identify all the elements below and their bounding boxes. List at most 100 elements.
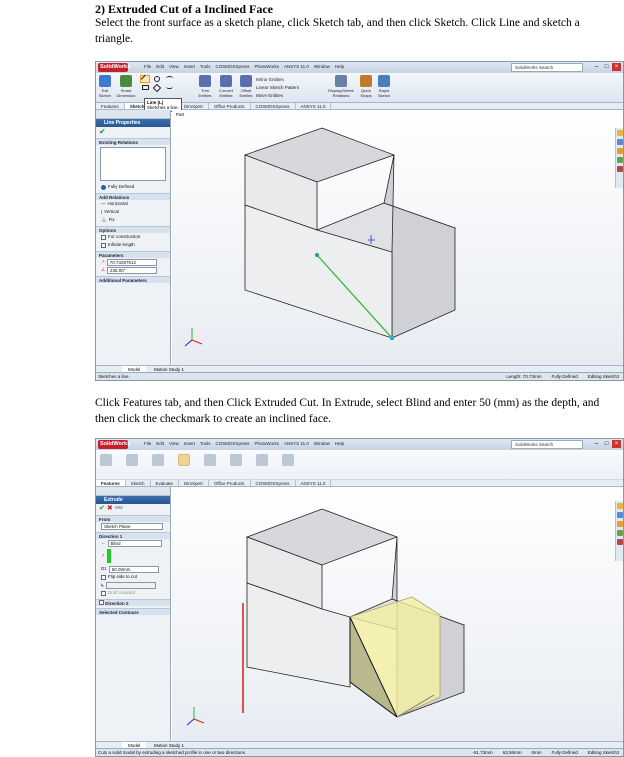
extrude-icon[interactable]	[100, 454, 112, 466]
design-library-icon[interactable]	[617, 139, 623, 145]
cancel-icon[interactable]: ✖	[107, 505, 113, 512]
minimize-icon[interactable]: –	[592, 440, 601, 448]
menu-edit[interactable]: Edit	[156, 441, 164, 446]
menu-help[interactable]: Help	[335, 64, 344, 69]
add-relations-header[interactable]: Add Relations	[96, 193, 170, 200]
rib-icon[interactable]	[256, 454, 268, 466]
infinite-length-option[interactable]: Infinite length	[96, 241, 170, 249]
menu-cosmosxpress[interactable]: COSMOSXpress	[216, 441, 250, 446]
tab-office-products[interactable]: Office Products	[209, 480, 251, 486]
tab-evaluate[interactable]: Evaluate	[151, 480, 180, 486]
graphics-area[interactable]: Part	[172, 110, 623, 365]
menu-tools[interactable]: Tools	[200, 64, 211, 69]
existing-relations-list[interactable]	[100, 147, 166, 181]
shell-icon[interactable]	[282, 454, 294, 466]
checkbox[interactable]	[101, 574, 106, 580]
convert-entities-button[interactable]: Convert Entities	[216, 75, 236, 98]
preview-icon[interactable]: 👓	[115, 505, 124, 512]
menu-file[interactable]: File	[144, 441, 151, 446]
tab-features[interactable]: Features	[96, 103, 125, 109]
mirror-entities-button[interactable]: Mirror Entities	[256, 76, 299, 84]
relation-fix[interactable]: ⚓ Fix	[96, 216, 170, 224]
end-condition-select[interactable]: Blind	[107, 539, 162, 547]
draft-icon[interactable]: ◣	[101, 581, 104, 589]
close-icon[interactable]: ×	[612, 63, 621, 71]
checkbox[interactable]	[101, 590, 106, 596]
flip-side-option[interactable]: Flip side to cut	[96, 573, 170, 581]
view-palette-icon[interactable]	[617, 166, 623, 172]
tab-sketch[interactable]: Sketch	[126, 480, 151, 486]
tab-office-products[interactable]: Office Products	[209, 103, 251, 109]
maximize-icon[interactable]: □	[602, 440, 611, 448]
menu-view[interactable]: View	[169, 64, 179, 69]
rectangle-tool-icon[interactable]	[142, 85, 149, 90]
search-results-icon[interactable]	[617, 530, 623, 536]
arc-tool-icon[interactable]	[166, 76, 173, 81]
additional-params-header[interactable]: Additional Parameters	[96, 276, 170, 283]
draft-field[interactable]	[106, 581, 157, 589]
menu-window[interactable]: Window	[314, 64, 330, 69]
existing-relations-header[interactable]: Existing Relations	[96, 138, 170, 145]
spline-tool-icon[interactable]	[166, 85, 173, 89]
pattern-icon[interactable]	[230, 454, 242, 466]
maximize-icon[interactable]: □	[602, 63, 611, 71]
smart-dimension-button[interactable]: Smart Dimension	[116, 75, 136, 98]
draft-outward-option[interactable]: Draft outward	[96, 589, 170, 597]
depth-field[interactable]: 50.00mm	[108, 565, 159, 573]
tab-cosmosxpress[interactable]: COSMOSXpress	[251, 103, 296, 109]
file-explorer-icon[interactable]	[617, 521, 623, 527]
tab-ansys[interactable]: ANSYS 11.0	[296, 480, 332, 486]
revolve-icon[interactable]	[126, 454, 138, 466]
rapid-sketch-button[interactable]: Rapid Sketch	[376, 75, 392, 98]
menu-insert[interactable]: Insert	[184, 64, 195, 69]
tab-features[interactable]: Features	[96, 480, 126, 486]
from-header[interactable]: From	[96, 515, 170, 522]
close-icon[interactable]: ×	[612, 440, 621, 448]
file-explorer-icon[interactable]	[617, 148, 623, 154]
menu-insert[interactable]: Insert	[184, 441, 195, 446]
quick-snaps-button[interactable]: Quick Snaps	[358, 75, 374, 98]
direction1-header[interactable]: Direction 1	[96, 532, 170, 539]
selected-contours-header[interactable]: Selected Contours	[96, 608, 170, 615]
polygon-tool-icon[interactable]	[152, 83, 162, 93]
tab-dimxpert[interactable]: DimXpert	[179, 480, 209, 486]
circle-tool-icon[interactable]	[154, 76, 160, 82]
sweep-icon[interactable]	[152, 454, 164, 466]
ok-icon[interactable]: ✔	[96, 127, 170, 136]
checkbox[interactable]	[101, 242, 106, 248]
menu-ansys[interactable]: ANSYS 11.0	[284, 441, 309, 446]
parameters-header[interactable]: Parameters	[96, 251, 170, 258]
construction-option[interactable]: For construction	[96, 233, 170, 241]
relation-horizontal[interactable]: — Horizontal	[96, 200, 170, 208]
menu-photoworks[interactable]: PhotoWorks	[255, 64, 279, 69]
move-entities-button[interactable]: Move Entities	[256, 92, 299, 100]
reverse-direction-icon[interactable]: ↔	[101, 539, 106, 547]
tab-dimxpert[interactable]: DimXpert	[179, 103, 209, 109]
tab-cosmosxpress[interactable]: COSMOSXpress	[251, 480, 296, 486]
ok-icon[interactable]: ✔	[99, 505, 105, 512]
from-select[interactable]: Sketch Plane	[101, 522, 163, 530]
menu-edit[interactable]: Edit	[156, 64, 164, 69]
search-results-icon[interactable]	[617, 157, 623, 163]
search-input[interactable]: SolidWorks Search	[511, 63, 583, 72]
linear-pattern-button[interactable]: Linear Sketch Pattern	[256, 84, 299, 92]
menu-tools[interactable]: Tools	[200, 441, 211, 446]
angle-field[interactable]: 235.00°	[107, 266, 158, 274]
checkbox[interactable]	[101, 234, 106, 240]
direction2-checkbox[interactable]	[99, 600, 104, 605]
fillet-icon[interactable]	[204, 454, 216, 466]
tab-ansys[interactable]: ANSYS 11.0	[296, 103, 332, 109]
menu-file[interactable]: File	[144, 64, 151, 69]
menu-photoworks[interactable]: PhotoWorks	[255, 441, 279, 446]
design-library-icon[interactable]	[617, 512, 623, 518]
menu-view[interactable]: View	[169, 441, 179, 446]
menu-ansys[interactable]: ANSYS 11.0	[284, 64, 309, 69]
options-header[interactable]: Options	[96, 226, 170, 233]
exit-sketch-button[interactable]: Exit Sketch	[98, 75, 112, 98]
extruded-cut-icon[interactable]	[178, 454, 190, 466]
relation-vertical[interactable]: | Vertical	[96, 208, 170, 216]
direction2-header[interactable]: Direction 2	[96, 599, 170, 606]
display-delete-relations-button[interactable]: Display/Delete Relations	[326, 75, 356, 98]
menu-cosmosxpress[interactable]: COSMOSXpress	[216, 64, 250, 69]
graphics-area[interactable]	[172, 487, 623, 741]
